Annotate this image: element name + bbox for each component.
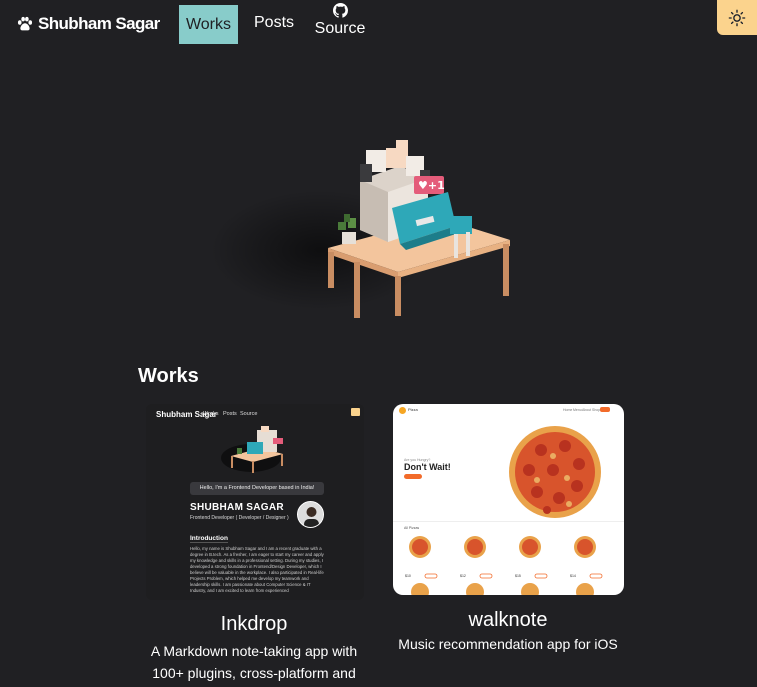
thumb-nav-menu: Menu bbox=[573, 408, 582, 412]
sun-icon bbox=[728, 9, 746, 26]
thumb-price-2: $12 bbox=[460, 574, 466, 578]
thumb-section-title: All Pizzas bbox=[404, 526, 420, 530]
pizza-image bbox=[509, 426, 601, 518]
thumb-price-4: $14 bbox=[570, 574, 576, 578]
voxel-dog-illustration: ♥+1 bbox=[210, 140, 510, 318]
thumb-paragraph: Hello, my name is Shubham Sagar and I am… bbox=[190, 546, 324, 593]
github-icon bbox=[332, 3, 348, 18]
thumb-headline: Don't Wait! bbox=[404, 462, 451, 472]
thumb-price-1: $10 bbox=[405, 574, 411, 578]
work-card-title-walknote[interactable]: walknote bbox=[393, 609, 623, 632]
brand-logo-link[interactable]: Shubham Sagar bbox=[16, 12, 160, 36]
thumb-nav-about: About bbox=[582, 408, 592, 412]
thumb-voxel-illustration bbox=[221, 426, 283, 473]
thumb-role: Frontend Developer ( Developer / Designe… bbox=[190, 515, 289, 521]
paw-icon bbox=[17, 16, 33, 31]
thumb-nav-shop: Shop bbox=[592, 408, 601, 412]
brand-name: Shubham Sagar bbox=[38, 14, 160, 33]
svg-text:♥+1: ♥+1 bbox=[418, 179, 445, 192]
nav-link-works[interactable]: Works bbox=[179, 5, 238, 44]
thumb-nav-source: Source bbox=[240, 411, 258, 417]
thumb-nav-works: Works bbox=[203, 411, 219, 417]
work-card-thumbnail-walknote[interactable]: Pizza Home Menu About Shop Are you Hungr… bbox=[393, 404, 624, 595]
thumb-price-3: $15 bbox=[515, 574, 521, 578]
work-card-description-inkdrop: A Markdown note-taking app with 100+ plu… bbox=[150, 643, 358, 681]
nav-link-source[interactable]: Source bbox=[314, 3, 366, 38]
nav-link-posts[interactable]: Posts bbox=[254, 14, 294, 32]
work-card-title-inkdrop[interactable]: Inkdrop bbox=[146, 613, 362, 636]
thumb-name: SHUBHAM SAGAR bbox=[190, 502, 284, 513]
work-card-thumbnail-inkdrop[interactable]: Shubham Sagar Works Posts Source Hello, … bbox=[146, 404, 364, 600]
thumb-nav-posts: Posts bbox=[223, 411, 237, 417]
thumb-theme-toggle bbox=[351, 408, 360, 416]
nav-link-source-label: Source bbox=[314, 20, 366, 37]
site-header: Shubham Sagar Works Posts Source bbox=[0, 0, 757, 48]
theme-toggle-button[interactable] bbox=[717, 0, 757, 35]
thumb-section-heading: Introduction bbox=[190, 535, 228, 543]
thumb-nav-home: Home bbox=[563, 408, 573, 412]
work-card-description-walknote: Music recommendation app for iOS bbox=[398, 636, 618, 652]
works-section-heading: Works bbox=[138, 365, 199, 387]
thumb-banner: Hello, I'm a Frontend Developer based in… bbox=[190, 482, 324, 495]
thumb-avatar bbox=[297, 501, 324, 528]
pizza-grid bbox=[409, 536, 603, 595]
thumb-divider bbox=[393, 521, 624, 522]
thumb-logo-text: Pizza bbox=[408, 407, 418, 412]
thumb-cart-button bbox=[600, 407, 610, 412]
thumb-pizza-logo-icon bbox=[399, 407, 406, 414]
thumb-order-button bbox=[404, 474, 422, 479]
